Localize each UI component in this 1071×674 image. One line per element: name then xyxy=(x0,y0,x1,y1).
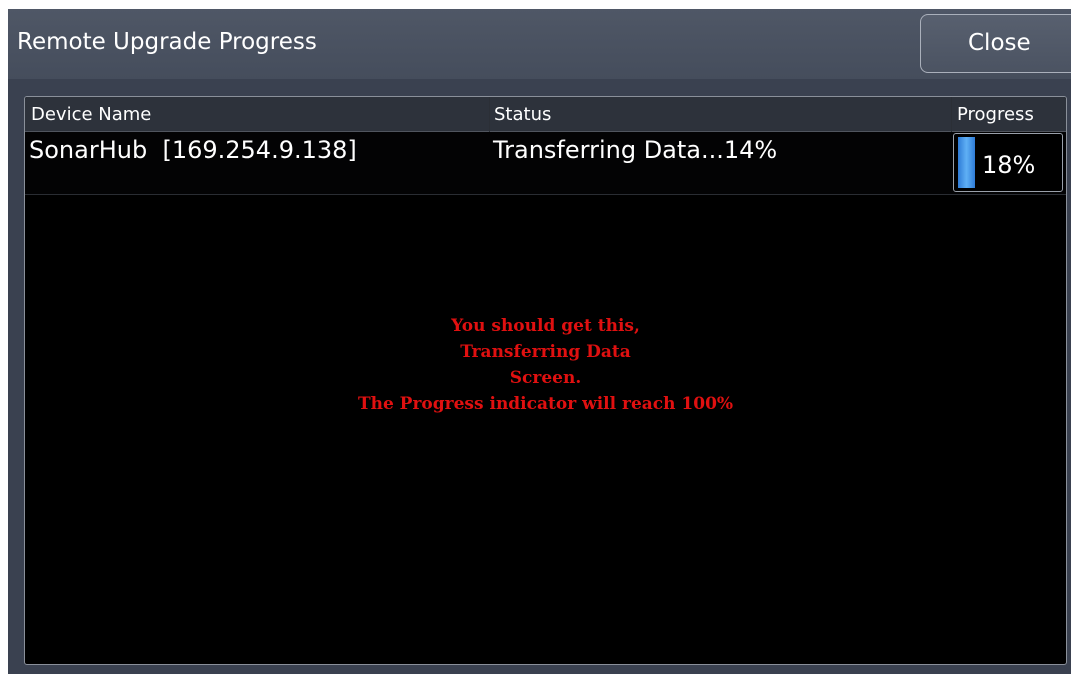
table-row[interactable]: SonarHub [169.254.9.138] Transferring Da… xyxy=(25,132,1066,195)
progress-indicator: 18% xyxy=(953,133,1063,192)
title-bar: Remote Upgrade Progress Close xyxy=(8,9,1071,79)
table-header: Device Name Status Progress xyxy=(25,97,1066,132)
device-table: Device Name Status Progress SonarHub [16… xyxy=(24,96,1067,665)
column-header-device-name[interactable]: Device Name xyxy=(31,104,151,125)
annotation-line: Transferring Data xyxy=(460,342,631,362)
progress-fill xyxy=(958,137,975,188)
column-header-status[interactable]: Status xyxy=(494,104,551,125)
progress-percent: 18% xyxy=(982,151,1036,179)
status-cell: Transferring Data...14% xyxy=(493,136,778,164)
column-header-progress[interactable]: Progress xyxy=(957,104,1034,125)
annotation-line: Screen. xyxy=(509,368,582,388)
close-button[interactable]: Close xyxy=(920,14,1071,73)
dialog-title: Remote Upgrade Progress xyxy=(17,29,317,55)
annotation-line: You should get this, xyxy=(451,316,640,336)
device-name-cell: SonarHub [169.254.9.138] xyxy=(29,136,357,164)
annotation-line: The Progress indicator will reach 100% xyxy=(357,394,734,414)
instruction-annotation: You should get this, Transferring Data S… xyxy=(25,313,1066,417)
upgrade-dialog: Remote Upgrade Progress Close Device Nam… xyxy=(8,9,1071,674)
progress-track xyxy=(958,137,975,188)
